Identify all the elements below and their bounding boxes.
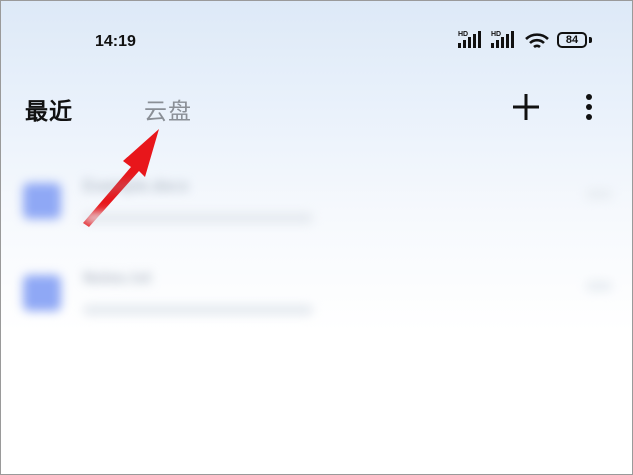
file-name: Notes.txt — [83, 269, 152, 287]
battery-cap — [589, 37, 592, 43]
add-button[interactable] — [512, 93, 540, 121]
status-time: 14:19 — [95, 33, 136, 50]
file-side-info — [586, 281, 612, 291]
file-meta — [83, 213, 313, 223]
file-name: Example.docx — [83, 177, 189, 195]
app-screen: 14:19 HD HD 84 最近 云盘 Example.docx Notes.… — [0, 0, 633, 475]
file-side-info — [586, 189, 612, 199]
more-options-button[interactable] — [579, 93, 599, 121]
tab-recent[interactable]: 最近 — [25, 92, 73, 126]
status-bar: 14:19 HD HD 84 — [1, 1, 632, 81]
file-list: Example.docx Notes.txt — [1, 161, 632, 345]
wifi-icon — [524, 31, 552, 55]
file-icon — [23, 183, 61, 219]
more-vertical-icon — [586, 94, 592, 120]
file-icon — [23, 275, 61, 311]
battery-indicator: 84 — [557, 32, 587, 48]
file-meta — [83, 305, 313, 315]
list-item[interactable]: Example.docx — [1, 161, 632, 253]
plus-icon — [513, 94, 539, 120]
list-item[interactable]: Notes.txt — [1, 253, 632, 345]
